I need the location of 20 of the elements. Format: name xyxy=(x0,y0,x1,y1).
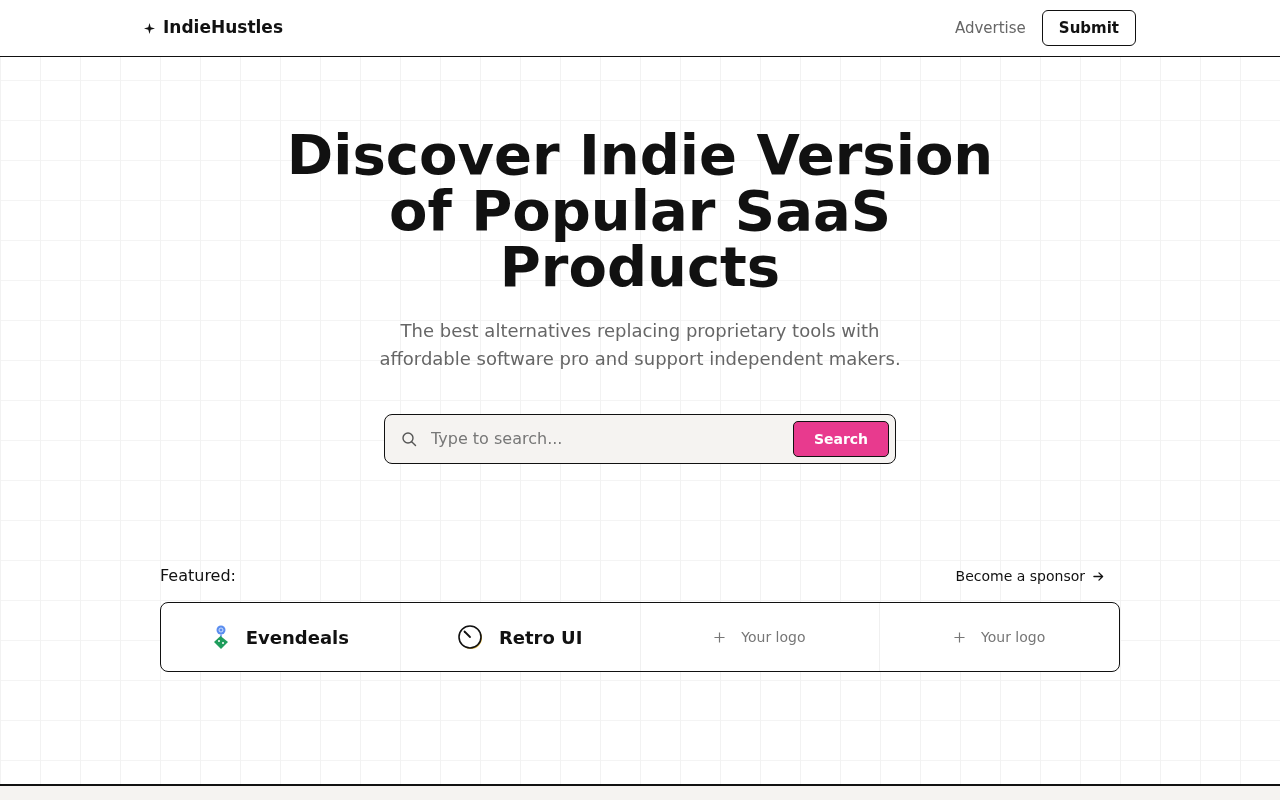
site-name: IndieHustles xyxy=(163,16,283,40)
sparkle-icon xyxy=(144,22,155,34)
sponsor-link[interactable]: Evendeals xyxy=(211,623,349,651)
sponsor-link[interactable]: Retro UI xyxy=(457,623,583,651)
plus-icon xyxy=(954,631,965,643)
search-field[interactable]: Type to search... Search xyxy=(384,414,896,464)
nav-link[interactable]: Advertise xyxy=(954,16,1026,40)
submit-button[interactable]: Submit xyxy=(1041,10,1136,46)
search-icon xyxy=(401,431,417,447)
add-logo-link[interactable]: Your logo xyxy=(714,626,806,648)
hero-title: Discover Indie Version of Popular SaaS Products xyxy=(285,121,995,295)
add-logo-link[interactable]: Your logo xyxy=(954,626,1046,648)
arrow-right-icon xyxy=(1093,570,1104,582)
featured-label: Featured: xyxy=(160,565,236,587)
become-sponsor-link[interactable]: Become a sponsor xyxy=(955,565,1104,587)
site-logo[interactable]: IndieHustles xyxy=(144,15,283,41)
dial-icon xyxy=(457,624,483,650)
plus-icon xyxy=(714,631,726,643)
hero-subtitle: The best alternatives replacing proprietary tools with affordable software pro and support independent makers. xyxy=(378,319,902,371)
search-button[interactable]: Search xyxy=(793,421,889,457)
